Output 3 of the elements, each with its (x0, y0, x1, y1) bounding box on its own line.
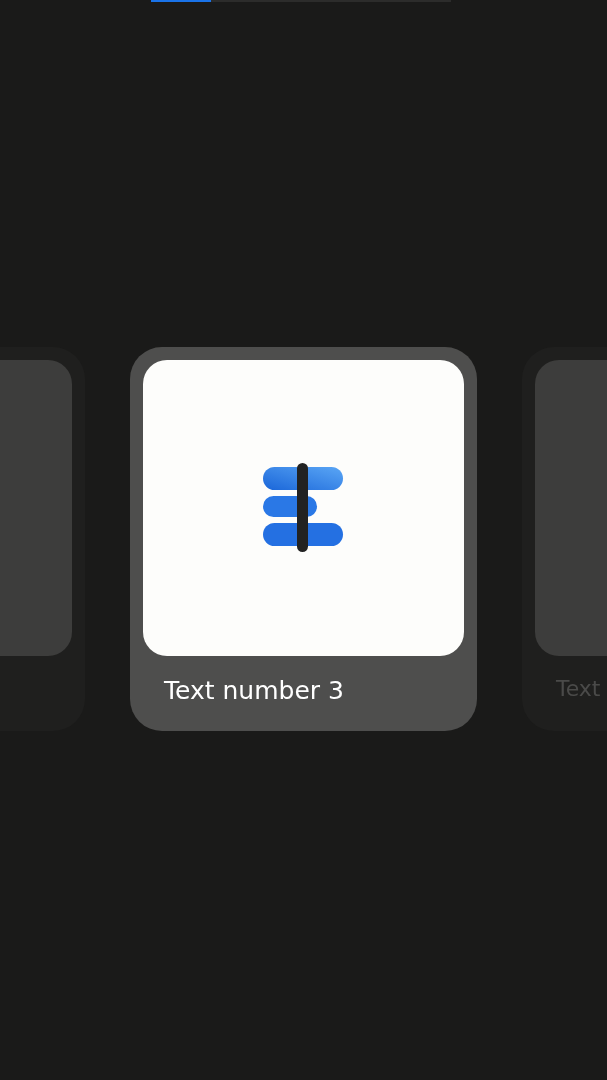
card-label: Text number 3 (164, 676, 345, 705)
align-icon (262, 463, 345, 553)
card[interactable]: Text number 3 (130, 347, 477, 731)
